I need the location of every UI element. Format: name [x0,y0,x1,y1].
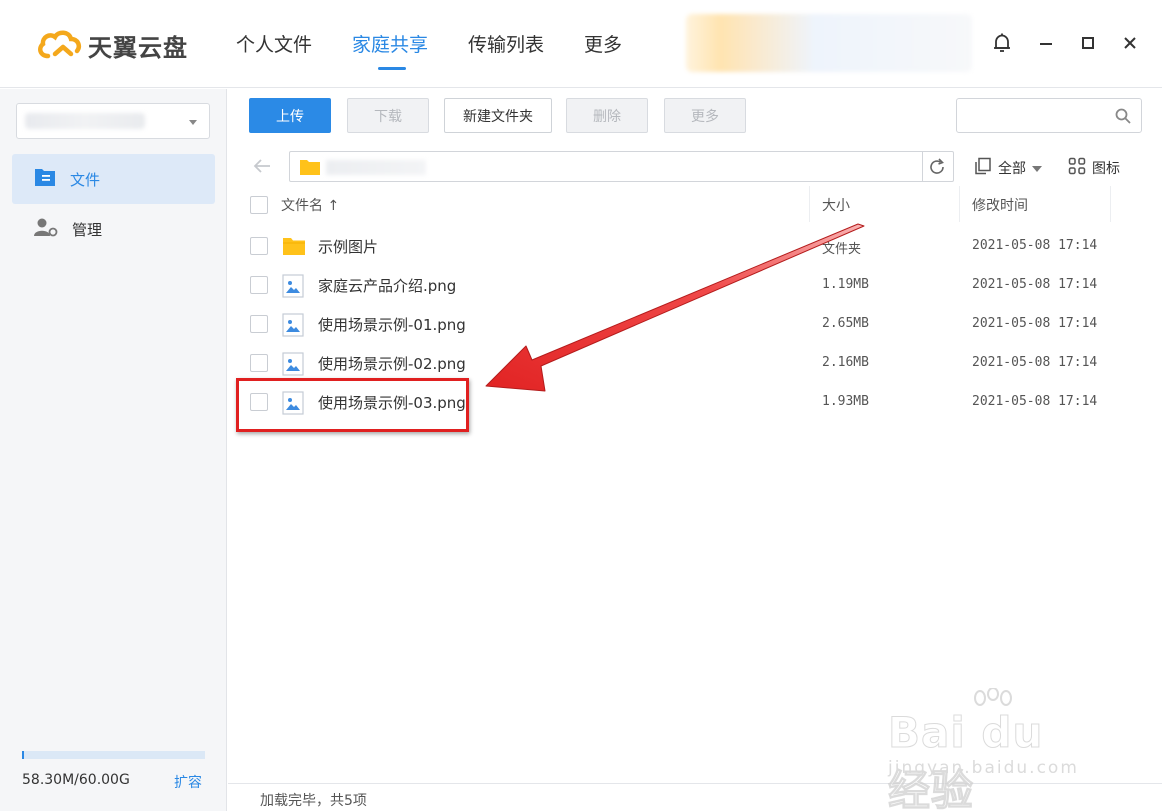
chevron-down-icon [189,120,197,125]
account-info-blurred[interactable] [686,14,972,72]
file-modified: 2021-05-08 17:14 [972,355,1098,370]
file-name: 使用场景示例-01.png [318,316,466,334]
row-checkbox[interactable] [250,237,268,255]
bell-icon[interactable] [990,31,1014,55]
table-row[interactable]: 示例图片 文件夹 2021-05-08 17:14 [228,227,1162,266]
nav-personal-files[interactable]: 个人文件 [236,30,312,70]
view-mode-toggle[interactable]: 图标 [1068,157,1120,179]
quota-progress-bar [22,751,205,759]
search-input[interactable] [965,107,1105,125]
app-name: 天翼云盘 [88,33,188,62]
grid-icon [1068,157,1086,179]
image-file-icon [282,313,304,341]
status-text: 加载完毕，共5项 [260,793,367,809]
sidebar-item-label: 管理 [72,220,103,239]
row-checkbox[interactable] [250,354,268,372]
cloud-logo-icon [36,30,82,60]
file-modified: 2021-05-08 17:14 [972,277,1098,292]
file-icon [34,167,56,191]
table-row[interactable]: 使用场景示例-01.png 2.65MB 2021-05-08 17:14 [228,305,1162,344]
row-checkbox[interactable] [250,315,268,333]
user-manage-icon [34,217,58,241]
refresh-icon[interactable] [927,157,947,181]
file-size: 2.16MB [822,355,869,370]
new-folder-button[interactable]: 新建文件夹 [444,98,552,133]
nav-more[interactable]: 更多 [584,30,622,70]
table-row[interactable]: 家庭云产品介绍.png 1.19MB 2021-05-08 17:14 [228,266,1162,305]
quota-text: 58.30M/60.00G [22,772,130,788]
sidebar-item-label: 文件 [70,170,101,189]
maximize-icon[interactable] [1076,31,1100,55]
search-box [956,98,1142,133]
sidebar-item-manage[interactable]: 管理 [12,204,215,254]
expand-storage-link[interactable]: 扩容 [174,772,202,792]
nav-transfer-list[interactable]: 传输列表 [468,30,544,70]
folder-icon [282,235,306,261]
delete-button[interactable]: 删除 [566,98,648,133]
file-size: 1.19MB [822,277,869,292]
nav-family-share[interactable]: 家庭共享 [352,30,428,70]
filter-label: 全部 [998,161,1026,177]
copy-stack-icon [974,157,992,179]
more-button[interactable]: 更多 [664,98,746,133]
sidebar: 文件 管理 58.30M/60.00G 扩容 [0,89,227,811]
file-size: 文件夹 [822,242,862,257]
minimize-icon[interactable] [1034,31,1058,55]
main-nav: 个人文件 家庭共享 传输列表 更多 [236,30,662,70]
baidu-watermark: Bai du 经验 jingyan.baidu.com [888,687,1098,811]
column-header-size[interactable]: 大小 [822,186,850,224]
view-mode-label: 图标 [1092,161,1120,177]
search-icon[interactable] [1115,108,1131,128]
column-header-name[interactable]: 文件名 ↑ [281,186,339,224]
image-file-icon [282,274,304,302]
file-name: 使用场景示例-02.png [318,355,466,373]
filter-dropdown[interactable]: 全部 [974,157,1042,179]
highlight-box [236,378,469,432]
watermark-url: jingyan.baidu.com [888,758,1079,778]
title-bar: 天翼云盘 个人文件 家庭共享 传输列表 更多 [0,0,1162,88]
family-space-select[interactable] [16,103,210,139]
app-logo: 天翼云盘 [36,28,188,62]
file-modified: 2021-05-08 17:14 [972,238,1098,253]
file-size: 2.65MB [822,316,869,331]
file-size: 1.93MB [822,394,869,409]
image-file-icon [282,352,304,380]
space-name-blurred [25,113,145,129]
file-modified: 2021-05-08 17:14 [972,316,1098,331]
download-button[interactable]: 下载 [347,98,429,133]
file-table-header: 文件名 ↑ 大小 修改时间 [228,186,1162,224]
sidebar-item-files[interactable]: 文件 [12,154,215,204]
path-text-blurred [326,160,426,175]
file-name: 示例图片 [318,238,379,256]
path-bar[interactable] [289,151,954,182]
column-header-modified[interactable]: 修改时间 [972,186,1028,224]
file-name: 家庭云产品介绍.png [318,277,457,295]
quota-progress-fill [22,751,25,759]
upload-button[interactable]: 上传 [249,98,331,133]
chevron-down-icon [1032,160,1042,176]
back-arrow-icon[interactable] [252,156,272,180]
folder-icon [299,158,321,180]
row-checkbox[interactable] [250,276,268,294]
file-modified: 2021-05-08 17:14 [972,394,1098,409]
close-icon[interactable] [1118,31,1142,55]
select-all-checkbox[interactable] [250,196,268,214]
